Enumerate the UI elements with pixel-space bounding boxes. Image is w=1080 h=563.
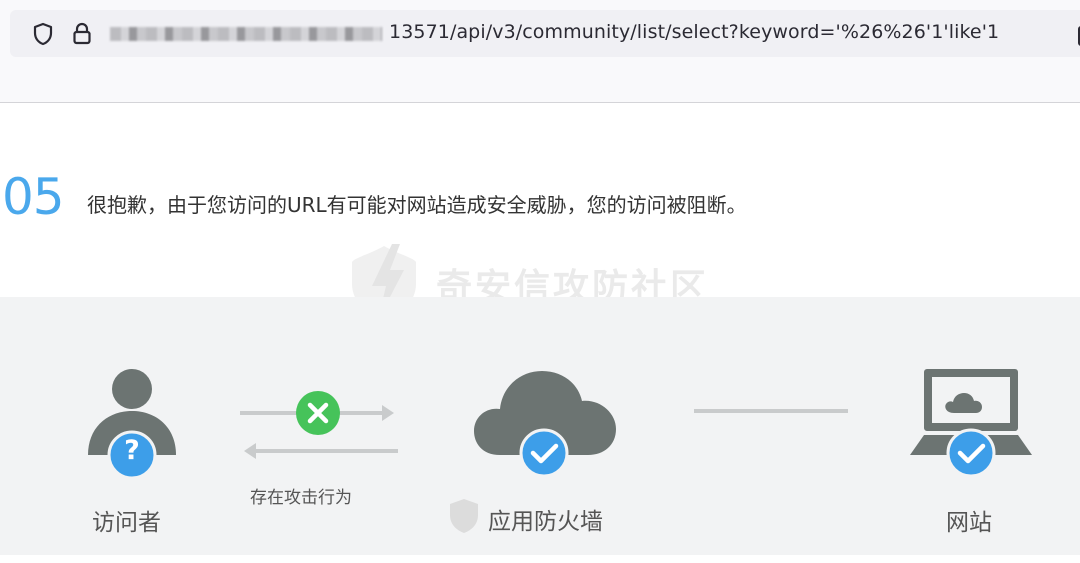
address-bar[interactable]: 13571/api/v3/community/list/select?keywo…	[10, 10, 1080, 57]
visitor-label: 访问者	[92, 510, 161, 536]
website-label: 网站	[946, 510, 992, 536]
attack-label: 存在攻击行为	[250, 488, 352, 508]
browser-toolbar: 13571/api/v3/community/list/select?keywo…	[0, 0, 1080, 103]
blocked-arrows	[240, 391, 398, 459]
lock-icon[interactable]	[72, 22, 92, 46]
blurred-host	[110, 27, 382, 41]
error-message: 很抱歉，由于您访问的URL有可能对网站造成安全威胁，您的访问被阻断。	[87, 193, 747, 217]
cloud-icon	[474, 371, 616, 478]
shield-watermark-icon	[450, 499, 478, 533]
url-text[interactable]: 13571/api/v3/community/list/select?keywo…	[389, 21, 999, 43]
question-icon: ?	[124, 435, 140, 466]
block-diagram: ? 访问者 存在攻击行为 应用防火墙 网站	[0, 297, 1080, 555]
shield-icon[interactable]	[32, 22, 54, 46]
error-code: 05	[2, 168, 65, 226]
laptop-icon	[910, 369, 1032, 478]
connector-line	[694, 409, 848, 413]
firewall-label: 应用防火墙	[488, 509, 603, 535]
